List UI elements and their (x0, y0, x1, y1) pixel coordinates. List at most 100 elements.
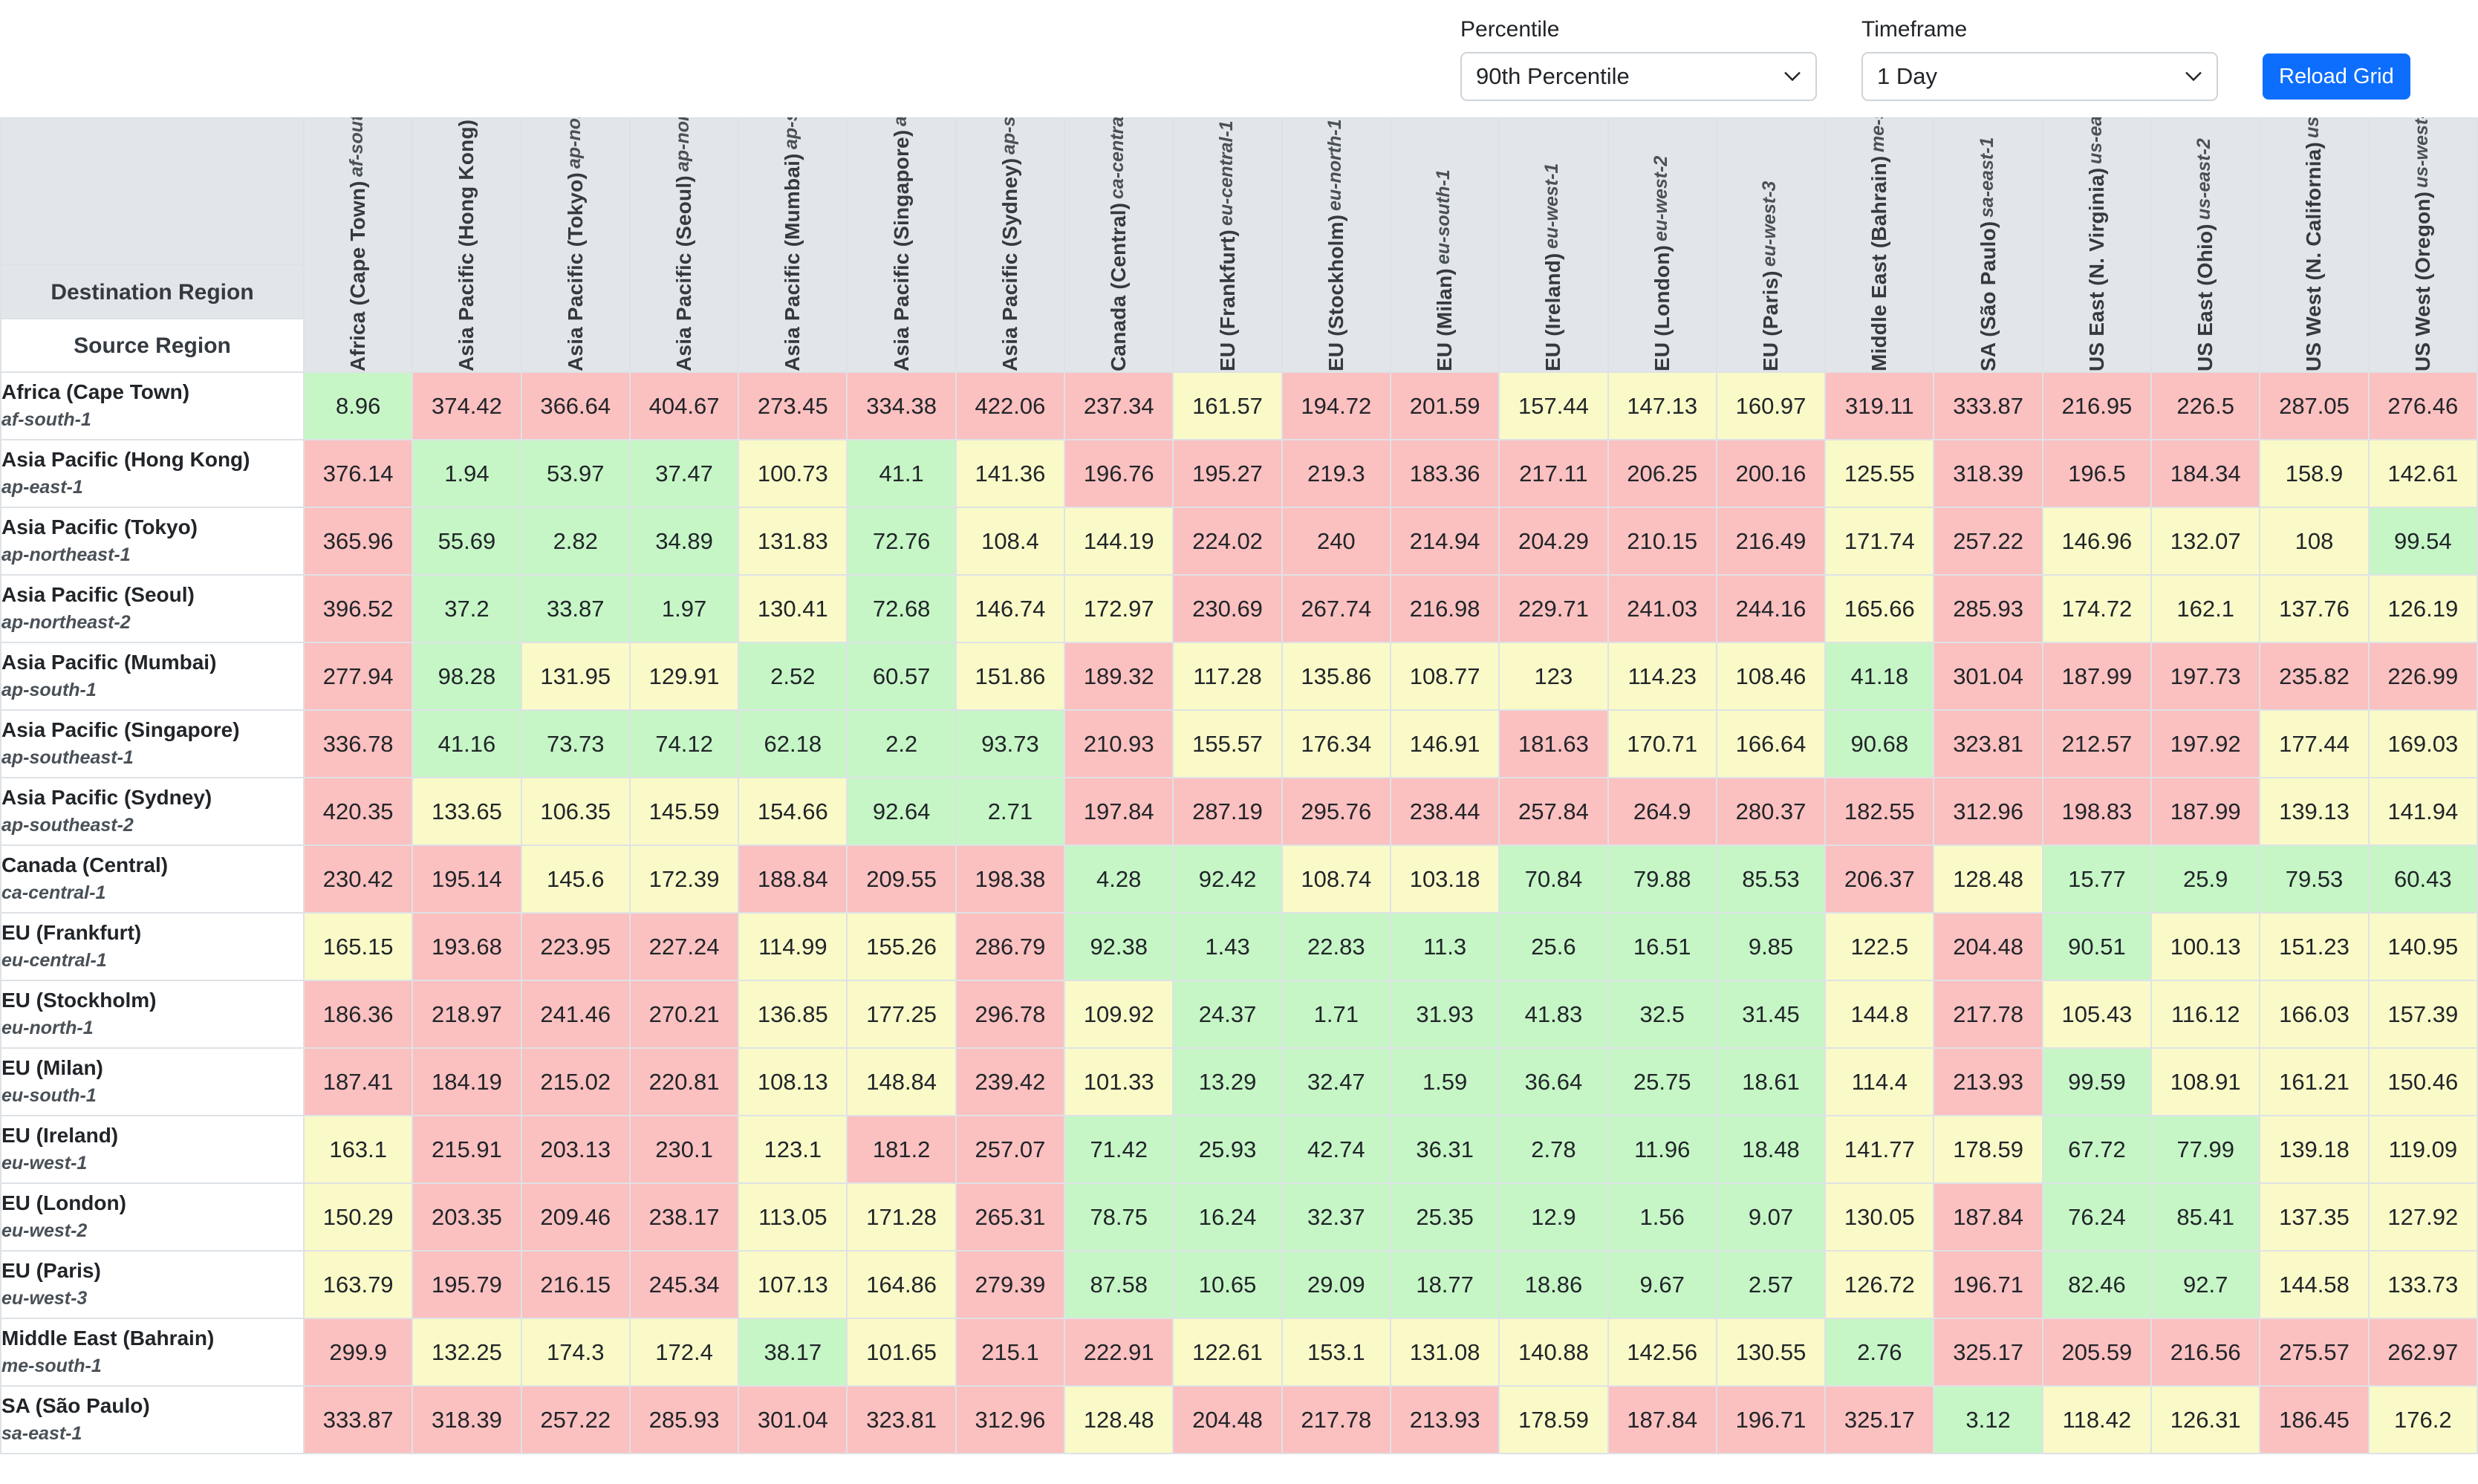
latency-cell[interactable]: 11.96 (1608, 1116, 1717, 1184)
latency-cell[interactable]: 31.45 (1717, 981, 1827, 1049)
latency-cell[interactable]: 147.13 (1608, 373, 1717, 440)
latency-cell[interactable]: 131.83 (739, 508, 848, 576)
latency-cell[interactable]: 210.93 (1065, 711, 1174, 778)
latency-cell[interactable]: 279.39 (956, 1252, 1066, 1319)
latency-cell[interactable]: 133.73 (2369, 1252, 2478, 1319)
latency-cell[interactable]: 38.17 (739, 1319, 848, 1387)
latency-cell[interactable]: 239.42 (956, 1049, 1066, 1116)
latency-cell[interactable]: 160.97 (1717, 373, 1827, 440)
latency-cell[interactable]: 198.38 (956, 846, 1066, 914)
latency-cell[interactable]: 25.93 (1174, 1116, 1283, 1184)
latency-cell[interactable]: 146.96 (2043, 508, 2153, 576)
latency-cell[interactable]: 130.05 (1826, 1184, 1935, 1252)
latency-cell[interactable]: 155.26 (848, 914, 957, 981)
latency-cell[interactable]: 150.46 (2369, 1049, 2478, 1116)
latency-cell[interactable]: 396.52 (305, 576, 414, 643)
latency-cell[interactable]: 18.86 (1500, 1252, 1609, 1319)
latency-cell[interactable]: 1.71 (1282, 981, 1391, 1049)
latency-cell[interactable]: 162.1 (2152, 576, 2261, 643)
latency-cell[interactable]: 127.92 (2369, 1184, 2478, 1252)
latency-cell[interactable]: 3.12 (1934, 1387, 2043, 1454)
latency-cell[interactable]: 8.96 (305, 373, 414, 440)
latency-cell[interactable]: 325.17 (1826, 1387, 1935, 1454)
latency-cell[interactable]: 203.13 (521, 1116, 631, 1184)
latency-cell[interactable]: 25.9 (2152, 846, 2261, 914)
latency-cell[interactable]: 13.29 (1174, 1049, 1283, 1116)
latency-cell[interactable]: 106.35 (521, 778, 631, 846)
latency-cell[interactable]: 85.41 (2152, 1184, 2261, 1252)
latency-cell[interactable]: 139.18 (2260, 1116, 2370, 1184)
latency-cell[interactable]: 25.6 (1500, 914, 1609, 981)
latency-cell[interactable]: 404.67 (630, 373, 740, 440)
latency-cell[interactable]: 277.94 (305, 643, 414, 711)
latency-cell[interactable]: 226.99 (2369, 643, 2478, 711)
latency-cell[interactable]: 280.37 (1717, 778, 1827, 846)
latency-cell[interactable]: 336.78 (305, 711, 414, 778)
latency-cell[interactable]: 187.84 (1934, 1184, 2043, 1252)
latency-cell[interactable]: 41.18 (1826, 643, 1935, 711)
latency-cell[interactable]: 101.33 (1065, 1049, 1174, 1116)
latency-cell[interactable]: 287.19 (1174, 778, 1283, 846)
latency-cell[interactable]: 196.76 (1065, 440, 1174, 508)
percentile-select[interactable]: 90th Percentile (1460, 52, 1817, 101)
latency-cell[interactable]: 286.79 (956, 914, 1066, 981)
latency-cell[interactable]: 108.91 (2152, 1049, 2261, 1116)
latency-cell[interactable]: 195.14 (413, 846, 522, 914)
latency-cell[interactable]: 98.28 (413, 643, 522, 711)
latency-cell[interactable]: 189.32 (1065, 643, 1174, 711)
latency-cell[interactable]: 157.39 (2369, 981, 2478, 1049)
latency-cell[interactable]: 186.45 (2260, 1387, 2370, 1454)
latency-cell[interactable]: 323.81 (848, 1387, 957, 1454)
latency-cell[interactable]: 203.35 (413, 1184, 522, 1252)
latency-cell[interactable]: 32.37 (1282, 1184, 1391, 1252)
latency-cell[interactable]: 122.61 (1174, 1319, 1283, 1387)
latency-cell[interactable]: 201.59 (1391, 373, 1500, 440)
latency-cell[interactable]: 164.86 (848, 1252, 957, 1319)
latency-cell[interactable]: 117.28 (1174, 643, 1283, 711)
latency-cell[interactable]: 4.28 (1065, 846, 1174, 914)
latency-cell[interactable]: 146.91 (1391, 711, 1500, 778)
latency-cell[interactable]: 67.72 (2043, 1116, 2153, 1184)
latency-cell[interactable]: 126.31 (2152, 1387, 2261, 1454)
latency-cell[interactable]: 325.17 (1934, 1319, 2043, 1387)
latency-cell[interactable]: 141.94 (2369, 778, 2478, 846)
latency-cell[interactable]: 79.53 (2260, 846, 2370, 914)
latency-cell[interactable]: 1.97 (630, 576, 740, 643)
latency-cell[interactable]: 209.46 (521, 1184, 631, 1252)
latency-cell[interactable]: 241.03 (1608, 576, 1717, 643)
latency-cell[interactable]: 244.16 (1717, 576, 1827, 643)
latency-cell[interactable]: 32.47 (1282, 1049, 1391, 1116)
latency-cell[interactable]: 71.42 (1065, 1116, 1174, 1184)
latency-cell[interactable]: 323.81 (1934, 711, 2043, 778)
latency-cell[interactable]: 204.48 (1934, 914, 2043, 981)
latency-cell[interactable]: 41.1 (848, 440, 957, 508)
latency-cell[interactable]: 218.97 (413, 981, 522, 1049)
latency-cell[interactable]: 318.39 (1934, 440, 2043, 508)
latency-cell[interactable]: 151.86 (956, 643, 1066, 711)
latency-cell[interactable]: 333.87 (1934, 373, 2043, 440)
latency-cell[interactable]: 301.04 (739, 1387, 848, 1454)
reload-grid-button[interactable]: Reload Grid (2263, 53, 2410, 100)
latency-cell[interactable]: 25.75 (1608, 1049, 1717, 1116)
latency-cell[interactable]: 144.19 (1065, 508, 1174, 576)
latency-cell[interactable]: 216.49 (1717, 508, 1827, 576)
latency-cell[interactable]: 79.88 (1608, 846, 1717, 914)
latency-cell[interactable]: 131.95 (521, 643, 631, 711)
latency-cell[interactable]: 214.94 (1391, 508, 1500, 576)
latency-cell[interactable]: 170.71 (1608, 711, 1717, 778)
latency-cell[interactable]: 161.57 (1174, 373, 1283, 440)
latency-cell[interactable]: 105.43 (2043, 981, 2153, 1049)
latency-cell[interactable]: 41.83 (1500, 981, 1609, 1049)
latency-cell[interactable]: 217.78 (1934, 981, 2043, 1049)
latency-cell[interactable]: 133.65 (413, 778, 522, 846)
latency-cell[interactable]: 212.57 (2043, 711, 2153, 778)
latency-cell[interactable]: 108.77 (1391, 643, 1500, 711)
latency-cell[interactable]: 85.53 (1717, 846, 1827, 914)
latency-cell[interactable]: 172.97 (1065, 576, 1174, 643)
latency-cell[interactable]: 312.96 (956, 1387, 1066, 1454)
latency-cell[interactable]: 166.64 (1717, 711, 1827, 778)
latency-cell[interactable]: 285.93 (1934, 576, 2043, 643)
latency-cell[interactable]: 270.21 (630, 981, 740, 1049)
latency-cell[interactable]: 195.79 (413, 1252, 522, 1319)
latency-cell[interactable]: 18.77 (1391, 1252, 1500, 1319)
